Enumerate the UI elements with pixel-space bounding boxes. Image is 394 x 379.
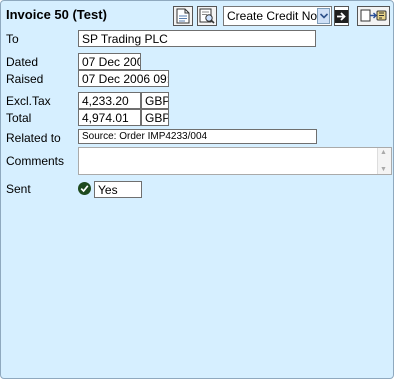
export-icon <box>360 9 386 22</box>
raised-field[interactable]: 07 Dec 2006 09:41 <box>78 70 169 87</box>
go-button[interactable] <box>334 6 349 26</box>
total-field[interactable]: 4,974.01 <box>78 109 141 126</box>
excl-tax-label: Excl.Tax <box>6 94 51 108</box>
total-currency[interactable]: GBP <box>141 109 169 126</box>
excl-tax-field[interactable]: 4,233.20 <box>78 92 141 109</box>
to-field[interactable]: SP Trading PLC <box>78 30 316 47</box>
page-title: Invoice 50 (Test) <box>6 7 107 22</box>
action-select[interactable]: Create Credit Note <box>223 6 332 26</box>
export-button[interactable] <box>357 6 390 26</box>
go-arrow-icon <box>335 9 348 23</box>
raised-label: Raised <box>6 72 44 86</box>
comments-label: Comments <box>6 154 65 168</box>
document-button[interactable] <box>173 6 193 26</box>
sent-label: Sent <box>6 182 31 196</box>
comments-scrollbar[interactable]: ▲ ▼ <box>377 148 391 174</box>
dated-field[interactable]: 07 Dec 2006 <box>78 53 141 70</box>
sent-field[interactable]: Yes <box>94 181 142 198</box>
to-label: To <box>6 32 19 46</box>
chevron-down-icon[interactable] <box>317 8 330 24</box>
excl-tax-currency[interactable]: GBP <box>141 92 169 109</box>
related-to-label: Related to <box>6 131 61 145</box>
check-circle-icon <box>78 182 91 195</box>
total-label: Total <box>6 111 32 125</box>
comments-textarea[interactable]: ▲ ▼ <box>78 147 392 175</box>
document-icon <box>176 8 190 24</box>
invoice-panel: Invoice 50 (Test) Create Credit Note To … <box>0 0 394 379</box>
print-preview-icon <box>199 8 215 24</box>
scroll-up-icon[interactable]: ▲ <box>380 149 387 156</box>
related-to-field[interactable]: Source: Order IMP4233/004 <box>78 129 317 144</box>
action-select-value: Create Credit Note <box>227 9 328 23</box>
dated-label: Dated <box>6 55 39 69</box>
scroll-down-icon[interactable]: ▼ <box>380 166 387 173</box>
print-preview-button[interactable] <box>197 6 217 26</box>
